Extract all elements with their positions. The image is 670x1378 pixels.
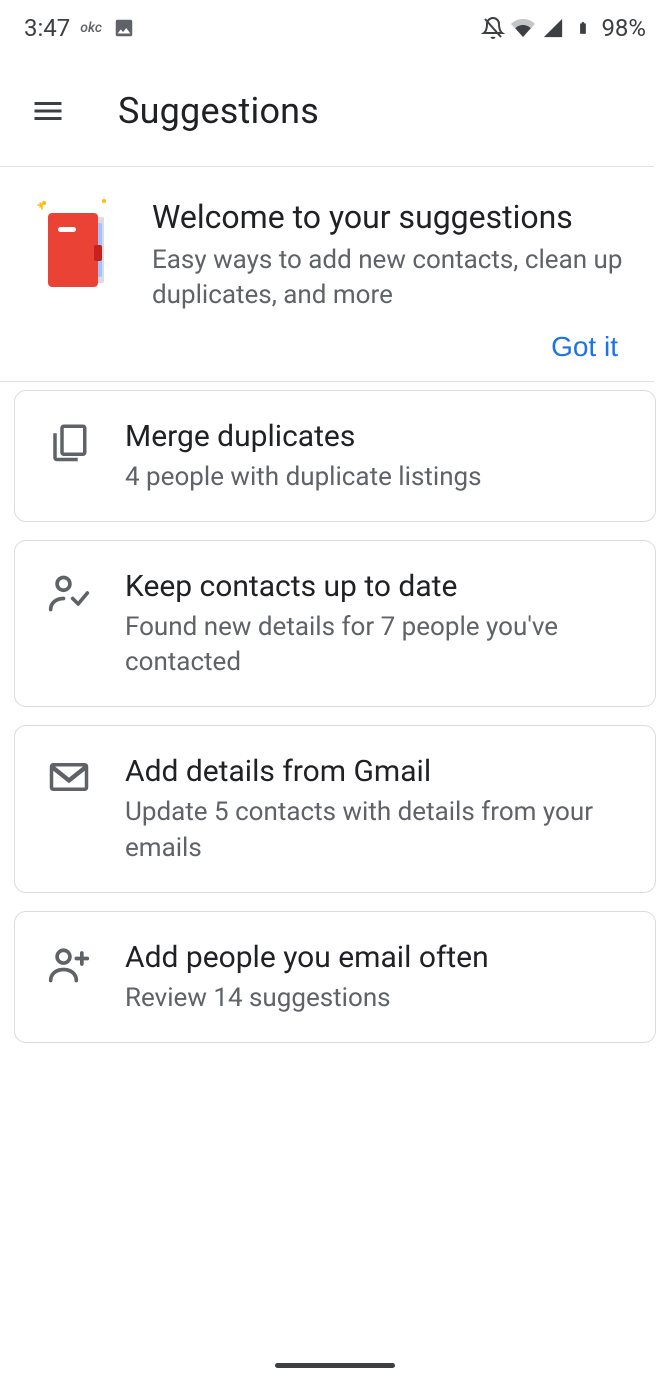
status-right: 98%: [481, 14, 646, 42]
image-icon: [112, 16, 136, 40]
suggestion-list: Merge duplicates 4 people with duplicate…: [0, 382, 670, 1043]
wifi-icon: [511, 16, 535, 40]
app-bar: Suggestions: [0, 56, 670, 166]
card-subtitle: Update 5 contacts with details from your…: [125, 795, 627, 865]
status-bar: 3:47 okc 98%: [0, 0, 670, 56]
copy-icon: [45, 417, 93, 463]
card-subtitle: Found new details for 7 people you've co…: [125, 610, 627, 680]
dnd-off-icon: [481, 16, 505, 40]
card-subtitle: Review 14 suggestions: [125, 981, 627, 1016]
status-time: 3:47: [24, 14, 70, 42]
suggestion-merge-duplicates[interactable]: Merge duplicates 4 people with duplicate…: [14, 390, 656, 522]
gmail-icon: [45, 752, 93, 798]
person-check-icon: [45, 567, 93, 615]
status-left: 3:47 okc: [24, 14, 136, 42]
got-it-button[interactable]: Got it: [551, 331, 618, 363]
menu-button[interactable]: [28, 91, 68, 131]
page-title: Suggestions: [118, 90, 319, 132]
welcome-subtitle: Easy ways to add new contacts, clean up …: [152, 243, 634, 313]
welcome-actions: Got it: [0, 321, 670, 381]
navigation-handle[interactable]: [275, 1363, 395, 1368]
battery-icon: [571, 16, 595, 40]
card-title: Add people you email often: [125, 938, 627, 977]
card-title: Merge duplicates: [125, 417, 627, 456]
hamburger-icon: [30, 93, 66, 129]
suggestion-add-from-gmail[interactable]: Add details from Gmail Update 5 contacts…: [14, 725, 656, 892]
person-add-icon: [45, 938, 93, 986]
card-subtitle: 4 people with duplicate listings: [125, 460, 627, 495]
card-title: Add details from Gmail: [125, 752, 627, 791]
card-title: Keep contacts up to date: [125, 567, 627, 606]
suggestion-add-people[interactable]: Add people you email often Review 14 sug…: [14, 911, 656, 1043]
suggestion-keep-up-to-date[interactable]: Keep contacts up to date Found new detai…: [14, 540, 656, 707]
app-notification-badge: okc: [80, 20, 102, 36]
welcome-title: Welcome to your suggestions: [152, 197, 634, 237]
cell-signal-icon: [541, 16, 565, 40]
welcome-card: Welcome to your suggestions Easy ways to…: [0, 167, 670, 321]
contacts-book-illustration: [34, 197, 118, 301]
battery-percent: 98%: [601, 14, 646, 42]
